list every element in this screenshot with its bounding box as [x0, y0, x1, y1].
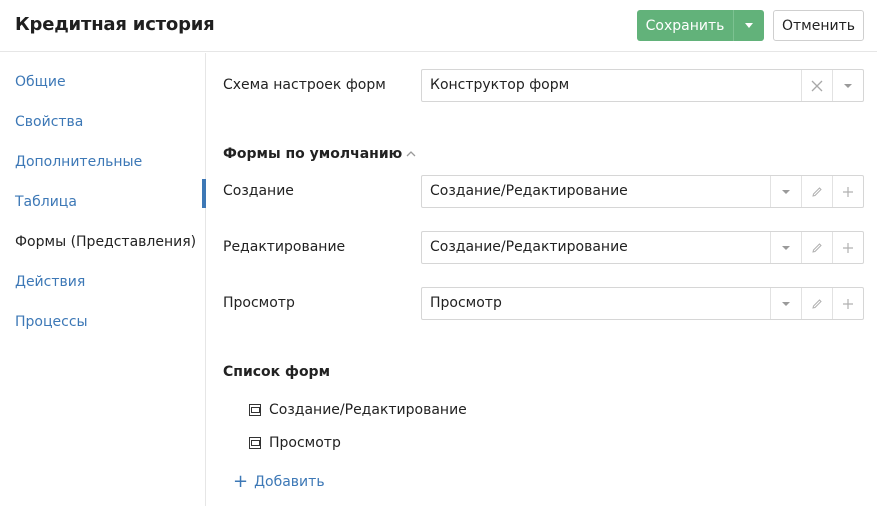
create-form-dropdown-button[interactable]	[770, 176, 801, 207]
edit-form-value: Создание/Редактирование	[430, 239, 628, 255]
plus-icon	[843, 186, 853, 197]
clear-button[interactable]	[801, 70, 832, 101]
sidebar-item-actions[interactable]: Действия	[15, 274, 85, 290]
caret-down-icon	[745, 23, 753, 28]
form-icon	[249, 404, 261, 416]
plus-icon: +	[233, 471, 249, 492]
view-form-edit-button[interactable]	[801, 288, 832, 319]
scheme-select-value: Конструктор форм	[430, 77, 570, 93]
sidebar-item-forms[interactable]: Формы (Представления)	[15, 234, 196, 250]
save-button-group: Сохранить	[637, 10, 764, 41]
form-icon	[249, 437, 261, 449]
edit-form-label: Редактирование	[223, 239, 346, 255]
caret-down-icon	[782, 245, 790, 250]
page-title: Кредитная история	[15, 14, 215, 35]
save-options-button[interactable]	[733, 10, 764, 41]
cancel-button[interactable]: Отменить	[773, 10, 864, 41]
default-forms-title: Формы по умолчанию	[223, 146, 403, 162]
caret-down-icon	[782, 301, 790, 306]
create-form-edit-button[interactable]	[801, 176, 832, 207]
add-form-link[interactable]: + Добавить	[233, 471, 325, 492]
forms-list-title: Список форм	[223, 364, 331, 380]
create-form-value: Создание/Редактирование	[430, 183, 628, 199]
view-form-label: Просмотр	[223, 295, 295, 311]
list-item[interactable]: Создание/Редактирование	[249, 402, 467, 418]
caret-down-icon	[782, 189, 790, 194]
sidebar-item-table[interactable]: Таблица	[15, 194, 77, 210]
sidebar-item-additional[interactable]: Дополнительные	[15, 154, 142, 170]
list-item-label: Создание/Редактирование	[269, 402, 467, 418]
edit-form-add-button[interactable]	[832, 232, 863, 263]
scheme-label: Схема настроек форм	[223, 77, 386, 93]
create-form-select[interactable]: Создание/Редактирование	[421, 175, 864, 208]
sidebar-active-indicator	[202, 179, 206, 208]
sidebar-item-general[interactable]: Общие	[15, 74, 66, 90]
pencil-icon	[812, 242, 822, 253]
view-form-dropdown-button[interactable]	[770, 288, 801, 319]
edit-form-dropdown-button[interactable]	[770, 232, 801, 263]
plus-icon	[843, 242, 853, 253]
chevron-up-icon[interactable]	[406, 149, 416, 159]
edit-form-select[interactable]: Создание/Редактирование	[421, 231, 864, 264]
add-form-label: Добавить	[254, 474, 325, 490]
list-item[interactable]: Просмотр	[249, 435, 341, 451]
edit-form-edit-button[interactable]	[801, 232, 832, 263]
view-form-select[interactable]: Просмотр	[421, 287, 864, 320]
plus-icon	[843, 298, 853, 309]
list-item-label: Просмотр	[269, 435, 341, 451]
create-form-add-button[interactable]	[832, 176, 863, 207]
create-form-label: Создание	[223, 183, 294, 199]
caret-down-icon	[844, 83, 852, 88]
view-form-value: Просмотр	[430, 295, 502, 311]
sidebar-item-processes[interactable]: Процессы	[15, 314, 88, 330]
page-header: Кредитная история Сохранить Отменить	[0, 0, 877, 52]
scheme-select[interactable]: Конструктор форм	[421, 69, 864, 102]
pencil-icon	[812, 298, 822, 309]
sidebar-item-properties[interactable]: Свойства	[15, 114, 83, 130]
close-icon	[811, 80, 823, 91]
pencil-icon	[812, 186, 822, 197]
view-form-add-button[interactable]	[832, 288, 863, 319]
save-button[interactable]: Сохранить	[637, 10, 733, 41]
scheme-dropdown-button[interactable]	[832, 70, 863, 101]
